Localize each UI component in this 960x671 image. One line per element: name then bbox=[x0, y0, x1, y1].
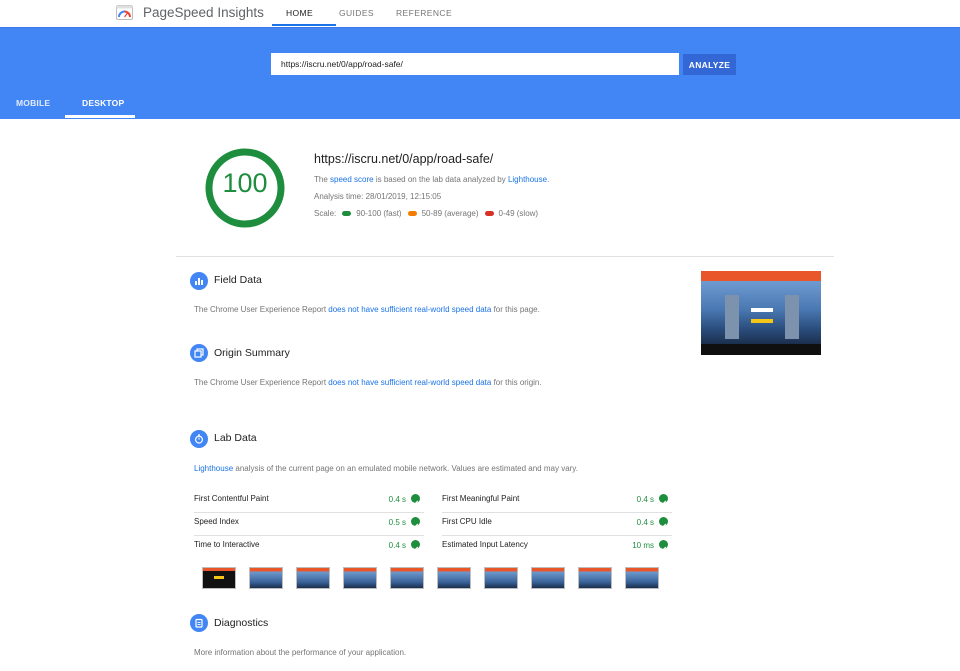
section-divider bbox=[176, 256, 834, 257]
clipboard-icon bbox=[190, 614, 208, 632]
diagnostics-title: Diagnostics bbox=[214, 617, 269, 629]
diagnostics-text: More information about the performance o… bbox=[194, 648, 407, 657]
scale-fast: 90-100 (fast) bbox=[356, 209, 402, 218]
header-edge bbox=[0, 27, 960, 28]
average-pill-icon bbox=[407, 211, 417, 216]
metric-value: 10 ms bbox=[632, 541, 654, 550]
scale-slow: 0-49 (slow) bbox=[498, 209, 539, 218]
screenshot-header bbox=[701, 271, 821, 281]
scale-label: Scale: bbox=[314, 209, 337, 218]
top-nav: PageSpeed Insights HOME GUIDES REFERENCE bbox=[0, 0, 960, 27]
metric-label: Estimated Input Latency bbox=[442, 540, 528, 549]
origin-summary-icon bbox=[190, 344, 208, 362]
field-text: The Chrome User Experience Report bbox=[194, 305, 329, 314]
check-icon bbox=[411, 517, 420, 528]
origin-text: for this origin. bbox=[491, 378, 542, 387]
tab-reference[interactable]: REFERENCE bbox=[396, 8, 452, 18]
field-data-text: The Chrome User Experience Report does n… bbox=[194, 305, 540, 314]
slow-pill-icon bbox=[484, 211, 494, 216]
metric-label: Time to Interactive bbox=[194, 540, 260, 549]
origin-text: The Chrome User Experience Report bbox=[194, 378, 329, 387]
filmstrip-frame bbox=[437, 567, 471, 589]
check-icon bbox=[411, 494, 420, 505]
screenshot-decor bbox=[785, 295, 799, 339]
desc-text: The bbox=[314, 175, 331, 184]
metric-label: First CPU Idle bbox=[442, 517, 492, 526]
lab-text: analysis of the current page on an emula… bbox=[233, 464, 578, 473]
metric-first-contentful-paint: First Contentful Paint 0.4 s bbox=[194, 490, 424, 513]
device-tab-indicator bbox=[65, 115, 135, 118]
filmstrip-frame bbox=[343, 567, 377, 589]
filmstrip-frame bbox=[578, 567, 612, 589]
filmstrip-frame bbox=[625, 567, 659, 589]
metric-estimated-input-latency: Estimated Input Latency 10 ms bbox=[442, 536, 672, 559]
filmstrip-frame bbox=[296, 567, 330, 589]
desc-text: . bbox=[547, 175, 550, 184]
lighthouse-link[interactable]: Lighthouse bbox=[508, 175, 547, 184]
metric-value: 0.5 s bbox=[388, 518, 406, 527]
metric-value: 0.4 s bbox=[388, 541, 406, 550]
field-data-link[interactable]: does not have sufficient real-world spee… bbox=[328, 305, 491, 314]
check-icon bbox=[659, 517, 668, 528]
metric-label: First Meaningful Paint bbox=[442, 494, 520, 503]
url-input[interactable] bbox=[271, 53, 679, 75]
desc-text: is based on the lab data analyzed by bbox=[373, 175, 508, 184]
lab-data-text: Lighthouse analysis of the current page … bbox=[194, 464, 578, 473]
metric-label: First Contentful Paint bbox=[194, 494, 269, 503]
analyzed-url: https://iscru.net/0/app/road-safe/ bbox=[314, 152, 494, 166]
screenshot-decor bbox=[751, 308, 773, 312]
scale-average: 50-89 (average) bbox=[421, 209, 479, 218]
check-icon bbox=[659, 540, 668, 551]
brand-title[interactable]: PageSpeed Insights bbox=[143, 5, 264, 20]
page-screenshot bbox=[701, 271, 821, 355]
metric-speed-index: Speed Index 0.5 s bbox=[194, 513, 424, 536]
field-data-title: Field Data bbox=[214, 274, 262, 286]
filmstrip-frame bbox=[202, 567, 236, 589]
check-icon bbox=[659, 494, 668, 505]
screenshot-footer bbox=[701, 344, 821, 355]
metric-label: Speed Index bbox=[194, 517, 239, 526]
lighthouse-link[interactable]: Lighthouse bbox=[194, 464, 233, 473]
pagespeed-logo-icon[interactable] bbox=[116, 5, 133, 20]
speed-score: 100 bbox=[222, 168, 268, 198]
score-scale: Scale: 90-100 (fast) 50-89 (average) 0-4… bbox=[314, 209, 538, 218]
tab-desktop[interactable]: DESKTOP bbox=[82, 98, 124, 108]
filmstrip-frame bbox=[390, 567, 424, 589]
lab-data-title: Lab Data bbox=[214, 432, 257, 444]
filmstrip-frame bbox=[484, 567, 518, 589]
metric-first-meaningful-paint: First Meaningful Paint 0.4 s bbox=[442, 490, 672, 513]
metric-value: 0.4 s bbox=[388, 495, 406, 504]
metric-first-cpu-idle: First CPU Idle 0.4 s bbox=[442, 513, 672, 536]
origin-summary-text: The Chrome User Experience Report does n… bbox=[194, 378, 542, 387]
url-header: ANALYZE MOBILE DESKTOP bbox=[0, 27, 960, 119]
fast-pill-icon bbox=[342, 211, 352, 216]
bar-chart-icon bbox=[190, 272, 208, 290]
active-tab-indicator bbox=[272, 24, 336, 26]
tab-guides[interactable]: GUIDES bbox=[339, 8, 374, 18]
stopwatch-icon bbox=[190, 430, 208, 448]
screenshot-decor bbox=[751, 319, 773, 323]
metric-value: 0.4 s bbox=[636, 518, 654, 527]
tab-home[interactable]: HOME bbox=[286, 8, 313, 18]
origin-data-link[interactable]: does not have sufficient real-world spee… bbox=[328, 378, 491, 387]
tab-mobile[interactable]: MOBILE bbox=[16, 98, 50, 108]
screenshot-hero bbox=[701, 281, 821, 344]
metric-value: 0.4 s bbox=[636, 495, 654, 504]
filmstrip-frame bbox=[531, 567, 565, 589]
analyze-button[interactable]: ANALYZE bbox=[683, 54, 736, 75]
filmstrip-frame bbox=[249, 567, 283, 589]
check-icon bbox=[411, 540, 420, 551]
origin-summary-title: Origin Summary bbox=[214, 347, 290, 359]
metric-time-to-interactive: Time to Interactive 0.4 s bbox=[194, 536, 424, 559]
screenshot-decor bbox=[725, 295, 739, 339]
speed-score-link[interactable]: speed score bbox=[330, 175, 374, 184]
field-text: for this page. bbox=[491, 305, 540, 314]
score-description: The speed score is based on the lab data… bbox=[314, 175, 549, 184]
analysis-time: Analysis time: 28/01/2019, 12:15:05 bbox=[314, 192, 442, 201]
